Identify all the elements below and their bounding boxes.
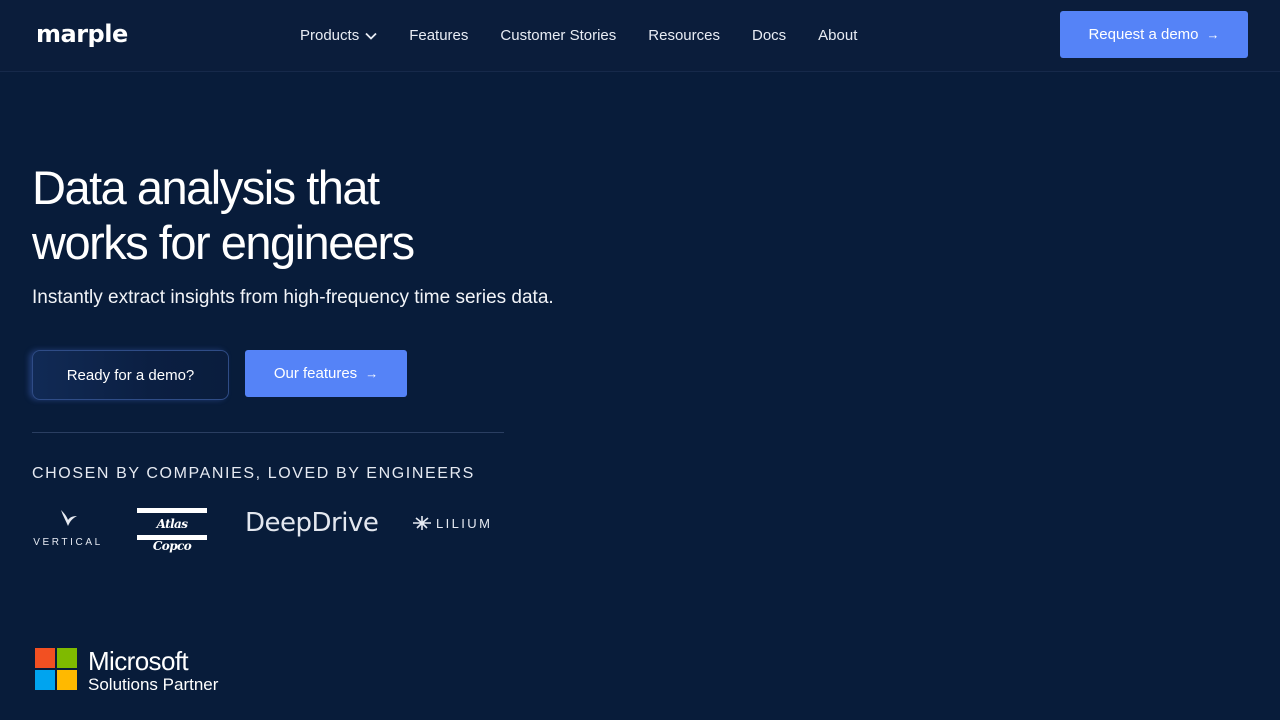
microsoft-square-green — [57, 648, 77, 668]
nav-item-resources[interactable]: Resources — [648, 27, 720, 44]
deepdrive-logo: DeepDrive — [245, 508, 379, 538]
microsoft-title: Microsoft — [88, 646, 189, 676]
marple-logo[interactable]: marple — [36, 20, 128, 48]
microsoft-square-blue — [35, 670, 55, 690]
microsoft-subtitle: Solutions Partner — [88, 675, 219, 694]
nav-item-customer-stories[interactable]: Customer Stories — [500, 27, 616, 44]
microsoft-square-red — [35, 648, 55, 668]
customers-heading: CHOSEN BY COMPANIES, LOVED BY ENGINEERS — [32, 465, 475, 482]
vertical-logo: VERTICAL — [32, 508, 104, 548]
request-demo-button[interactable]: Request a demo → — [1060, 11, 1248, 58]
our-features-button[interactable]: Our features → — [245, 350, 407, 397]
lilium-mark-icon — [413, 516, 431, 530]
microsoft-logo-icon — [35, 648, 77, 690]
chevron-down-icon — [365, 32, 377, 40]
hero-title-line-1: Data analysis that — [32, 161, 380, 214]
main-nav: Products Features Customer Stories Resou… — [300, 0, 889, 71]
our-features-label: Our features — [273, 365, 358, 382]
nav-item-products[interactable]: Products — [300, 27, 377, 44]
nav-item-label: Products — [300, 27, 360, 44]
nav-item-about[interactable]: About — [818, 27, 857, 44]
nav-item-features[interactable]: Features — [409, 27, 468, 44]
nav-item-docs[interactable]: Docs — [752, 27, 786, 44]
atlas-copco-logo: Atlas Copco — [137, 508, 207, 553]
microsoft-square-yellow — [57, 670, 77, 690]
arrow-right-icon: → — [1206, 27, 1220, 42]
hero-title: Data analysis that works for engineers — [32, 160, 415, 270]
hero-title-line-2: works for engineers — [32, 216, 415, 269]
atlas-copco-logo-text: Atlas Copco — [152, 517, 192, 553]
vertical-logo-text: VERTICAL — [33, 537, 103, 548]
bird-icon — [61, 510, 77, 526]
microsoft-partner-text: Microsoft Solutions Partner — [88, 648, 218, 696]
lilium-logo: LILIUM — [412, 515, 492, 531]
microsoft-partner-badge: Microsoft Solutions Partner — [35, 648, 218, 696]
top-navigation-bar: marple Products Features Customer Storie… — [0, 0, 1280, 72]
lilium-logo-text: LILIUM — [436, 515, 493, 531]
hero-subtitle: Instantly extract insights from high-fre… — [32, 287, 554, 308]
request-demo-label: Request a demo — [1088, 26, 1199, 43]
ready-for-demo-button[interactable]: Ready for a demo? — [32, 350, 229, 400]
arrow-right-icon: → — [365, 366, 379, 381]
section-divider — [32, 432, 504, 433]
